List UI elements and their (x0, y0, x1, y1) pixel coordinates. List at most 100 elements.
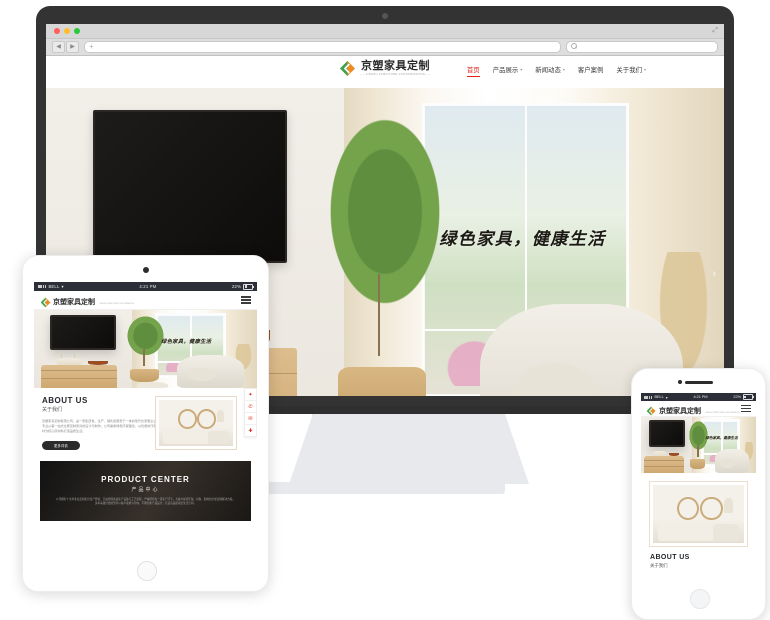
browser-search-field[interactable] (566, 41, 718, 53)
about-interior-image (653, 485, 744, 543)
site-logo[interactable]: 京塑家具定制 JINGSU FURNITURE CUSTOMIZATION (339, 60, 431, 77)
product-description: 公司拥有十余年专业定制家具生产经验，引进德国先进生产设备与工艺流程，严格把控每一… (56, 497, 235, 506)
tablet-status-bar: BELL ▾ 4:21 PM 22% (34, 282, 257, 291)
nav-item-news[interactable]: 新闻动态 ▾ (535, 65, 565, 74)
hamburger-menu-icon[interactable] (741, 404, 751, 413)
nav-label: 产品展示 (492, 67, 519, 74)
hero-next-arrow[interactable]: › (712, 268, 716, 280)
about-title-cn: 关于我们 (650, 563, 668, 568)
plant-object (317, 117, 453, 327)
site-header: 京塑家具定制 JINGSU FURNITURE CUSTOMIZATION 首页… (46, 56, 724, 88)
hero-headline: 绿色家具，健康生活 (705, 436, 738, 441)
logo-name: 京塑家具定制 (53, 299, 95, 306)
floating-contact-sidebar[interactable]: ✦ ✆ ✉ ✚ (244, 388, 257, 437)
logo-name: 京塑家具定制 (360, 60, 430, 72)
main-navigation: 首页 产品展示 ▾ 新闻动态 ▾ 客户案例 关于我们 ▾ (466, 65, 646, 77)
phone-logo[interactable]: 京塑家具定制 JINGSU FURNITURE CUSTOMIZATION (646, 400, 740, 418)
battery-icon (742, 394, 754, 400)
tablet-logo[interactable]: 京塑家具定制 JINGSU FURNITURE CUSTOMIZATION (40, 291, 134, 309)
tablet-site-header: 京塑家具定制 JINGSU FURNITURE CUSTOMIZATION (34, 291, 257, 310)
phone-screen: BELL ▾ 4:21 PM 22% 京塑家具定制 JINGSU FURNITU… (641, 393, 756, 586)
tablet-hero-banner: 绿色家具，健康生活 (34, 310, 257, 388)
status-left: BELL ▾ (38, 284, 64, 289)
signal-icon (38, 285, 47, 288)
phone-camera (677, 380, 682, 384)
hamburger-menu-icon[interactable] (241, 296, 251, 304)
carrier-label: BELL (654, 395, 664, 399)
phone-site-header: 京塑家具定制 JINGSU FURNITURE CUSTOMIZATION (641, 401, 756, 417)
phone-hero-banner: 绿色家具，健康生活 (641, 417, 756, 473)
hero-headline: 绿色家具，健康生活 (439, 229, 606, 249)
browser-titlebar: ⤢ (46, 24, 724, 39)
nav-label: 首页 (466, 67, 480, 74)
logo-name: 京塑家具定制 (659, 407, 701, 415)
brand-diamond-icon (339, 60, 356, 77)
hero-room-image (34, 310, 257, 388)
nav-item-about[interactable]: 关于我们 ▾ (616, 65, 646, 74)
hero-headline: 绿色家具，健康生活 (161, 339, 212, 346)
nav-label: 关于我们 (616, 67, 642, 74)
chevron-down-icon: ▾ (643, 67, 646, 72)
logo-tagline: JINGSU FURNITURE CUSTOMIZATION (99, 303, 134, 305)
monitor-camera (382, 13, 388, 19)
phone-icon[interactable]: ✆ (245, 401, 256, 413)
tv-object (93, 110, 288, 264)
nav-item-products[interactable]: 产品展示 ▾ (493, 65, 523, 74)
tablet-logo-text: 京塑家具定制 JINGSU FURNITURE CUSTOMIZATION (53, 291, 134, 309)
nav-buttons[interactable]: ◀ ▶ (52, 41, 79, 53)
nav-item-cases[interactable]: 客户案例 (578, 65, 604, 74)
tablet-product-section: PRODUCT CENTER 产品中心 公司拥有十余年专业定制家具生产经验，引进… (40, 460, 251, 521)
window-controls[interactable] (54, 28, 80, 34)
tablet-home-button[interactable] (136, 561, 157, 581)
nav-item-home[interactable]: 首页 (466, 65, 480, 77)
battery-percent-label: 22% (232, 284, 241, 289)
tablet-about-section: ABOUT US 关于我们 京塑家具定制有限公司，是一家集研发、生产、销售和服务… (34, 388, 257, 456)
tablet-camera (142, 267, 149, 273)
battery-percent-label: 22% (733, 395, 741, 399)
phone-home-button[interactable] (689, 589, 710, 609)
back-icon[interactable]: ◀ (52, 41, 65, 53)
address-bar[interactable]: + (84, 41, 561, 53)
new-tab-icon[interactable]: + (89, 41, 94, 53)
about-more-button[interactable]: 更多详情 (42, 440, 80, 450)
logo-text: 京塑家具定制 JINGSU FURNITURE CUSTOMIZATION (360, 60, 431, 77)
wifi-icon: ▾ (61, 284, 64, 289)
phone-speaker (684, 381, 713, 385)
monitor-stand-foot (265, 482, 505, 494)
back-to-top-icon[interactable]: ✚ (245, 425, 256, 436)
product-title-cn: 产品中心 (131, 486, 160, 493)
brand-diamond-icon (646, 403, 657, 416)
minimize-window-button[interactable] (64, 28, 70, 34)
battery-icon (243, 283, 254, 290)
signal-icon (644, 395, 653, 399)
status-right: 22% (232, 283, 254, 290)
carrier-label: BELL (48, 284, 60, 289)
phone-about-image-frame (649, 481, 748, 547)
maximize-window-button[interactable] (74, 28, 80, 34)
qq-icon[interactable]: ✦ (245, 389, 256, 401)
nav-label: 客户案例 (577, 67, 604, 74)
search-icon (571, 43, 577, 49)
clock-label: 4:21 PM (693, 395, 708, 399)
product-content: PRODUCT CENTER 产品中心 公司拥有十余年专业定制家具生产经验，引进… (40, 461, 251, 507)
browser-toolbar: ◀ ▶ + (46, 39, 724, 56)
clock-label: 4:21 PM (139, 284, 157, 289)
resize-icon[interactable]: ⤢ (712, 27, 718, 35)
wechat-icon[interactable]: ✉ (245, 413, 256, 425)
brand-diamond-icon (40, 295, 51, 307)
hero-room-image (641, 417, 756, 473)
tablet-screen: BELL ▾ 4:21 PM 22% 京塑家具定制 JINGSU FURNITU… (34, 282, 257, 559)
about-body-text: 京塑家具定制有限公司，是一家集研发、生产、销售和服务于一体的现代化家居企业，专业… (42, 419, 160, 434)
forward-icon[interactable]: ▶ (66, 41, 79, 53)
logo-tagline: JINGSU FURNITURE CUSTOMIZATION (360, 72, 431, 77)
about-image-frame (155, 396, 237, 450)
phone-logo-text: 京塑家具定制 JINGSU FURNITURE CUSTOMIZATION (659, 400, 740, 418)
about-interior-image (159, 400, 233, 446)
chevron-down-icon: ▾ (562, 67, 565, 72)
monitor-stand (289, 414, 529, 484)
tablet-device: BELL ▾ 4:21 PM 22% 京塑家具定制 JINGSU FURNITU… (22, 255, 269, 592)
about-title-en: ABOUT US (650, 554, 690, 561)
chevron-down-icon: ▾ (520, 67, 523, 72)
close-window-button[interactable] (54, 28, 60, 34)
mockup-stage: ⤢ ◀ ▶ + 京塑家具定制 —— JINGSU FURNITURE CUSTO… (0, 0, 770, 620)
